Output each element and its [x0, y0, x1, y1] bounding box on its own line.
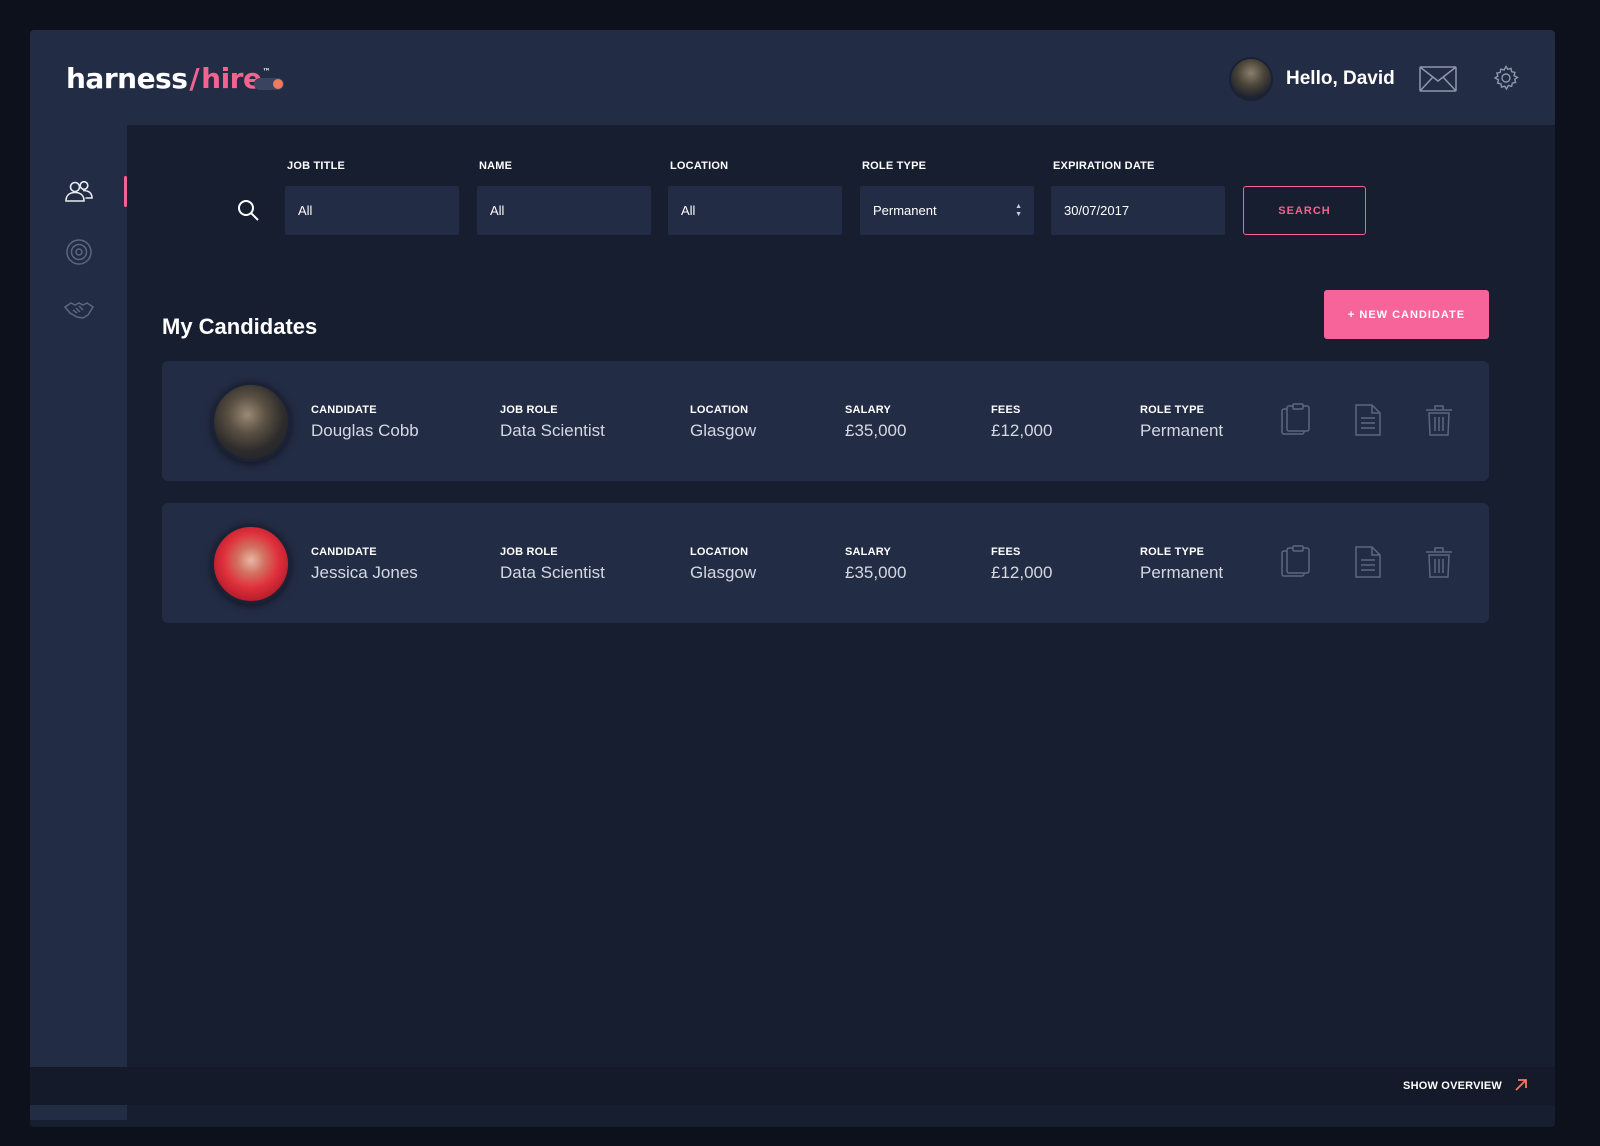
- field-label: JOB ROLE: [500, 546, 558, 558]
- job-title-filter: JOB TITLE All: [285, 160, 459, 235]
- logo[interactable]: harness / hire ™: [66, 62, 270, 95]
- user-avatar[interactable]: [1229, 57, 1273, 101]
- role-type-value: Permanent: [1140, 563, 1224, 582]
- candidate-card[interactable]: CANDIDATE Jessica Jones JOB ROLE Data Sc…: [162, 503, 1489, 623]
- document-icon: [1355, 546, 1381, 578]
- footer: SHOW OVERVIEW: [30, 1067, 1555, 1105]
- candidate-avatar: [211, 382, 291, 462]
- mail-icon[interactable]: [1419, 66, 1457, 92]
- delete-button[interactable]: [1423, 545, 1455, 579]
- trash-icon: [1426, 405, 1452, 436]
- gear-icon[interactable]: [1493, 65, 1519, 91]
- field-label: SALARY: [845, 404, 892, 416]
- role-type-field: ROLE TYPE Permanent: [1140, 404, 1223, 441]
- delete-button[interactable]: [1423, 403, 1455, 437]
- location-value: Glasgow: [690, 563, 757, 582]
- search-button[interactable]: SEARCH: [1243, 186, 1366, 235]
- job-role-value: Data Scientist: [500, 563, 605, 582]
- show-overview-link[interactable]: SHOW OVERVIEW: [1403, 1080, 1502, 1092]
- role-type-field: ROLE TYPE Permanent: [1140, 546, 1223, 583]
- job-role-field: JOB ROLE Data Scientist: [500, 404, 605, 441]
- active-indicator: [124, 176, 127, 207]
- new-candidate-button[interactable]: + NEW CANDIDATE: [1324, 290, 1489, 339]
- field-label: FEES: [991, 546, 1021, 558]
- candidate-avatar: [211, 524, 291, 604]
- field-label: CANDIDATE: [311, 546, 377, 558]
- app-window: harness / hire ™ Hello, David JOB TITLE …: [30, 30, 1555, 1127]
- salary-field: SALARY £35,000: [845, 546, 906, 583]
- candidate-name: Douglas Cobb: [311, 421, 419, 440]
- logo-slash: /: [189, 62, 200, 95]
- location-field: LOCATION Glasgow: [690, 404, 756, 441]
- sidebar-item-candidates[interactable]: [64, 177, 94, 207]
- logo-harness: harness: [66, 62, 188, 95]
- salary-value: £35,000: [845, 421, 907, 440]
- theme-toggle[interactable]: [254, 78, 284, 90]
- role-type-label: ROLE TYPE: [862, 160, 927, 172]
- candidate-field: CANDIDATE Jessica Jones: [311, 546, 418, 583]
- sidebar-item-targets[interactable]: [64, 237, 94, 267]
- field-label: LOCATION: [690, 404, 749, 416]
- select-arrows-icon: ▲ ▼: [1015, 203, 1022, 218]
- search-icon[interactable]: [236, 198, 260, 222]
- location-input[interactable]: All: [668, 186, 842, 235]
- role-type-value: Permanent: [1140, 421, 1224, 440]
- fees-value: £12,000: [991, 563, 1053, 582]
- location-filter: LOCATION All: [668, 160, 842, 235]
- field-label: ROLE TYPE: [1140, 546, 1205, 558]
- header: harness / hire ™ Hello, David: [30, 30, 1555, 125]
- field-label: JOB ROLE: [500, 404, 558, 416]
- candidates-icon: [65, 180, 93, 202]
- field-label: FEES: [991, 404, 1021, 416]
- salary-value: £35,000: [845, 563, 907, 582]
- field-label: ROLE TYPE: [1140, 404, 1205, 416]
- document-icon: [1355, 404, 1381, 436]
- job-role-field: JOB ROLE Data Scientist: [500, 546, 605, 583]
- trash-icon: [1426, 547, 1452, 578]
- handshake-icon: [63, 302, 95, 319]
- salary-field: SALARY £35,000: [845, 404, 906, 441]
- sidebar-item-deals[interactable]: [63, 295, 95, 325]
- name-label: NAME: [479, 160, 513, 172]
- document-button[interactable]: [1352, 545, 1384, 579]
- candidate-card[interactable]: CANDIDATE Douglas Cobb JOB ROLE Data Sci…: [162, 361, 1489, 481]
- logo-trademark: ™: [262, 67, 270, 76]
- page-title: My Candidates: [162, 314, 318, 339]
- arrow-up-right-icon[interactable]: [1513, 1077, 1529, 1093]
- clipboard-button[interactable]: [1279, 545, 1311, 579]
- user-greeting: Hello, David: [1286, 68, 1395, 89]
- document-button[interactable]: [1352, 403, 1384, 437]
- expiration-date-filter: EXPIRATION DATE 30/07/2017: [1051, 160, 1225, 235]
- name-input[interactable]: All: [477, 186, 651, 235]
- expiration-date-label: EXPIRATION DATE: [1053, 160, 1155, 172]
- role-type-select[interactable]: Permanent ▲ ▼: [860, 186, 1034, 235]
- candidate-field: CANDIDATE Douglas Cobb: [311, 404, 419, 441]
- field-label: CANDIDATE: [311, 404, 377, 416]
- toggle-knob: [273, 79, 283, 89]
- fees-field: FEES £12,000: [991, 404, 1052, 441]
- role-type-value: Permanent: [873, 203, 937, 218]
- location-field: LOCATION Glasgow: [690, 546, 756, 583]
- sidebar: [30, 125, 127, 1120]
- clipboard-button[interactable]: [1279, 403, 1311, 437]
- candidate-name: Jessica Jones: [311, 563, 418, 582]
- job-title-label: JOB TITLE: [287, 160, 346, 172]
- location-value: Glasgow: [690, 421, 757, 440]
- target-icon: [66, 239, 92, 265]
- clipboard-icon: [1281, 403, 1310, 435]
- name-filter: NAME All: [477, 160, 651, 235]
- role-type-filter: ROLE TYPE Permanent ▲ ▼: [860, 160, 1034, 235]
- field-label: SALARY: [845, 546, 892, 558]
- job-role-value: Data Scientist: [500, 421, 605, 440]
- fees-value: £12,000: [991, 421, 1053, 440]
- field-label: LOCATION: [690, 546, 749, 558]
- job-title-input[interactable]: All: [285, 186, 459, 235]
- expiration-date-input[interactable]: 30/07/2017: [1051, 186, 1225, 235]
- location-label: LOCATION: [670, 160, 729, 172]
- logo-hire: hire: [201, 62, 262, 95]
- clipboard-icon: [1281, 545, 1310, 577]
- fees-field: FEES £12,000: [991, 546, 1052, 583]
